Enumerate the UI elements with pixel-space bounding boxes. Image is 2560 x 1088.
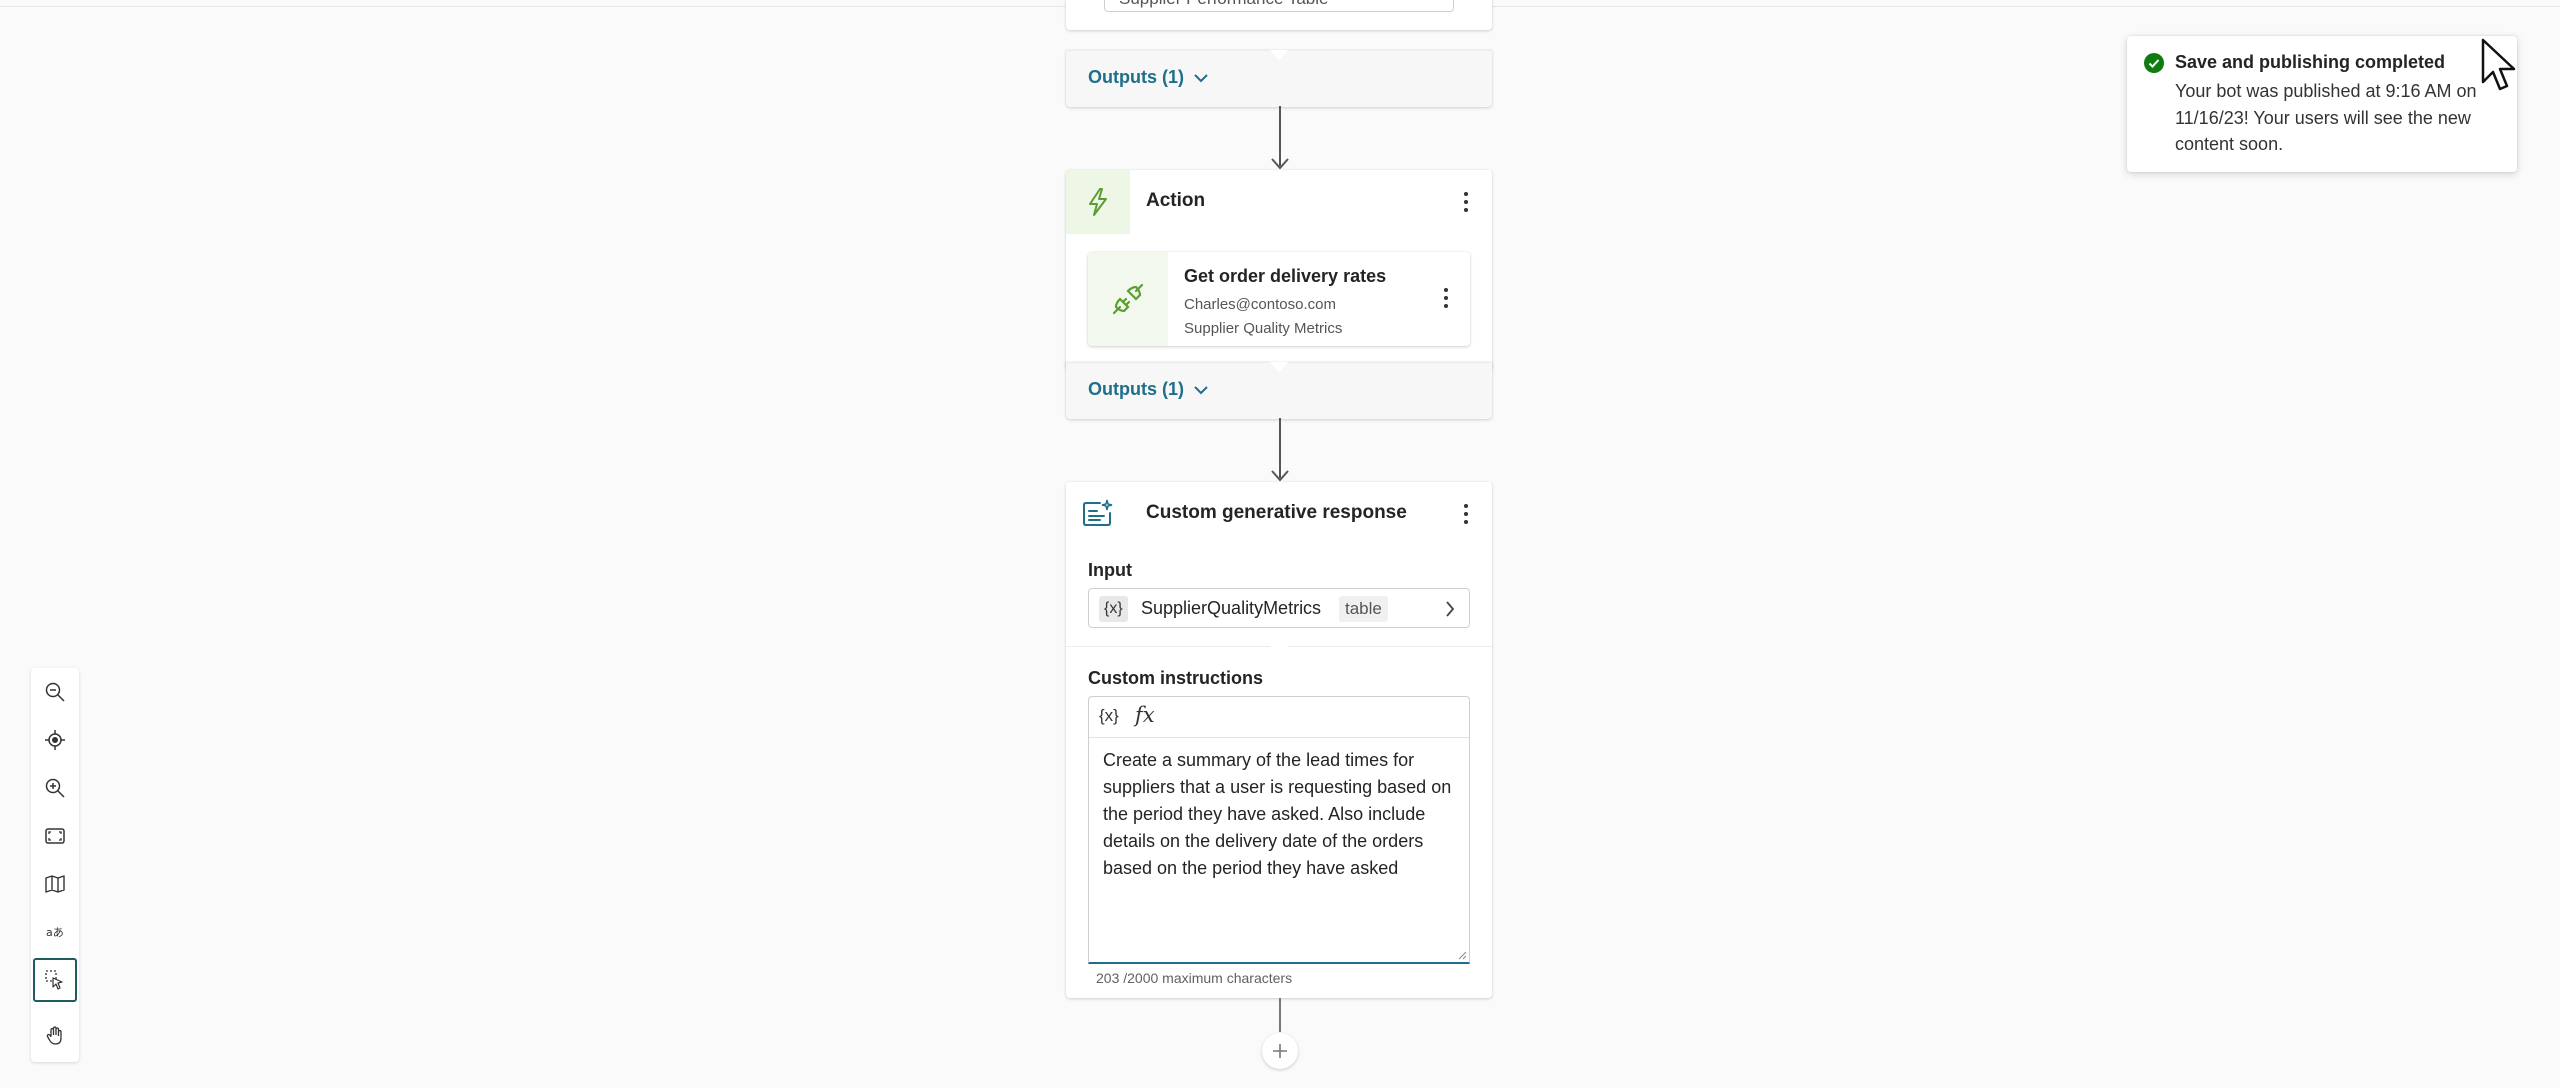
connector-more-button[interactable]: [1432, 282, 1460, 314]
connector-line: [1279, 106, 1281, 166]
generative-node-icon-box: [1066, 482, 1130, 546]
zoom-in-icon: [45, 778, 65, 798]
lightning-icon: [1089, 188, 1107, 216]
connector-action-card[interactable]: Get order delivery rates Charles@contoso…: [1088, 252, 1470, 346]
connector-account: Charles@contoso.com: [1184, 296, 1336, 313]
add-node-button[interactable]: [1262, 1033, 1298, 1069]
plug-connector-icon: [1112, 283, 1144, 315]
toast-message: Your bot was published at 9:16 AM on 11/…: [2175, 81, 2477, 154]
zoom-out-button[interactable]: [35, 672, 75, 712]
input-label: Input: [1088, 560, 1132, 580]
plus-icon: [1273, 1044, 1287, 1058]
connector-connection-name: Supplier Quality Metrics: [1184, 320, 1343, 337]
chevron-down-icon: [1194, 385, 1208, 394]
hand-icon: [46, 1026, 62, 1045]
custom-instructions-textarea[interactable]: {x} fx Create a summary of the lead time…: [1088, 696, 1470, 964]
fit-screen-icon: [45, 828, 65, 844]
insert-variable-button[interactable]: {x}: [1099, 706, 1119, 726]
generative-node-header: Custom generative response: [1066, 482, 1492, 546]
outputs-label: Outputs (1): [1088, 67, 1184, 87]
previous-node-card: Supplier Performance Table: [1066, 0, 1492, 30]
fit-to-screen-button[interactable]: [35, 816, 75, 856]
map-icon: [45, 875, 65, 893]
select-cursor-icon: [45, 970, 63, 990]
generative-node-title: Custom generative response: [1146, 502, 1407, 523]
minimap-button[interactable]: [35, 864, 75, 904]
sparkle-document-icon: [1083, 499, 1113, 526]
connector-action-title: Get order delivery rates: [1184, 266, 1387, 286]
connector-line: [1279, 418, 1281, 478]
target-icon: [45, 730, 65, 750]
action-node-header: Action: [1066, 170, 1492, 234]
action-node-title: Action: [1146, 190, 1206, 211]
action-node-outputs-bar: Outputs (1): [1066, 362, 1492, 419]
chevron-right-icon[interactable]: [1445, 601, 1455, 617]
recenter-button[interactable]: [35, 720, 75, 760]
zoom-out-icon: [45, 682, 65, 702]
custom-instructions-label: Custom instructions: [1088, 668, 1264, 688]
custom-instructions-text[interactable]: Create a summary of the lead times for s…: [1103, 747, 1453, 882]
text-size-button[interactable]: aあ: [35, 912, 75, 952]
generative-node-card[interactable]: Custom generative response Input {x} Sup…: [1066, 482, 1492, 998]
previous-node-outputs-bar: Outputs (1): [1066, 50, 1492, 107]
instructions-toolbar: {x} fx: [1089, 697, 1469, 738]
select-mode-button[interactable]: [33, 958, 77, 1002]
outputs-label: Outputs (1): [1088, 379, 1184, 399]
connector-icon-box: [1088, 252, 1168, 346]
success-check-icon: [2144, 53, 2164, 73]
chevron-down-icon: [1194, 73, 1208, 82]
generative-node-more-button[interactable]: [1452, 498, 1480, 530]
publish-toast: Save and publishing completed Your bot w…: [2127, 36, 2517, 172]
previous-node-select-value: Supplier Performance Table: [1119, 0, 1328, 9]
previous-node-select[interactable]: Supplier Performance Table: [1104, 0, 1454, 12]
action-node-more-button[interactable]: [1452, 186, 1480, 218]
variable-icon: {x}: [1099, 596, 1128, 622]
input-variable-name: SupplierQualityMetrics: [1141, 598, 1322, 618]
character-count: 203 /2000 maximum characters: [1096, 970, 1293, 986]
arrow-down-icon: [1271, 470, 1289, 482]
svg-text:aあ: aあ: [46, 926, 64, 939]
toast-title: Save and publishing completed: [2175, 52, 2446, 72]
outputs-notch: [1270, 50, 1288, 60]
insert-formula-button[interactable]: fx: [1135, 703, 1155, 727]
action-node-outputs-toggle[interactable]: Outputs (1): [1088, 379, 1208, 400]
arrow-down-icon: [1271, 158, 1289, 170]
pan-mode-button[interactable]: [35, 1016, 75, 1056]
input-variable-field[interactable]: {x} SupplierQualityMetrics table: [1088, 588, 1470, 628]
mouse-pointer-icon: [2481, 38, 2516, 91]
text-size-icon: aあ: [46, 926, 64, 939]
input-variable-type: table: [1339, 596, 1388, 622]
outputs-notch: [1270, 362, 1288, 372]
canvas-toolbar: aあ: [31, 668, 79, 1062]
previous-node-outputs-toggle[interactable]: Outputs (1): [1088, 67, 1208, 88]
section-notch: [1270, 646, 1288, 656]
action-node-card[interactable]: Action Get order delivery rates Charles@…: [1066, 170, 1492, 370]
action-node-icon-box: [1066, 170, 1130, 234]
resize-grip-icon[interactable]: [1457, 950, 1467, 960]
zoom-in-button[interactable]: [35, 768, 75, 808]
connector-line: [1279, 998, 1281, 1032]
